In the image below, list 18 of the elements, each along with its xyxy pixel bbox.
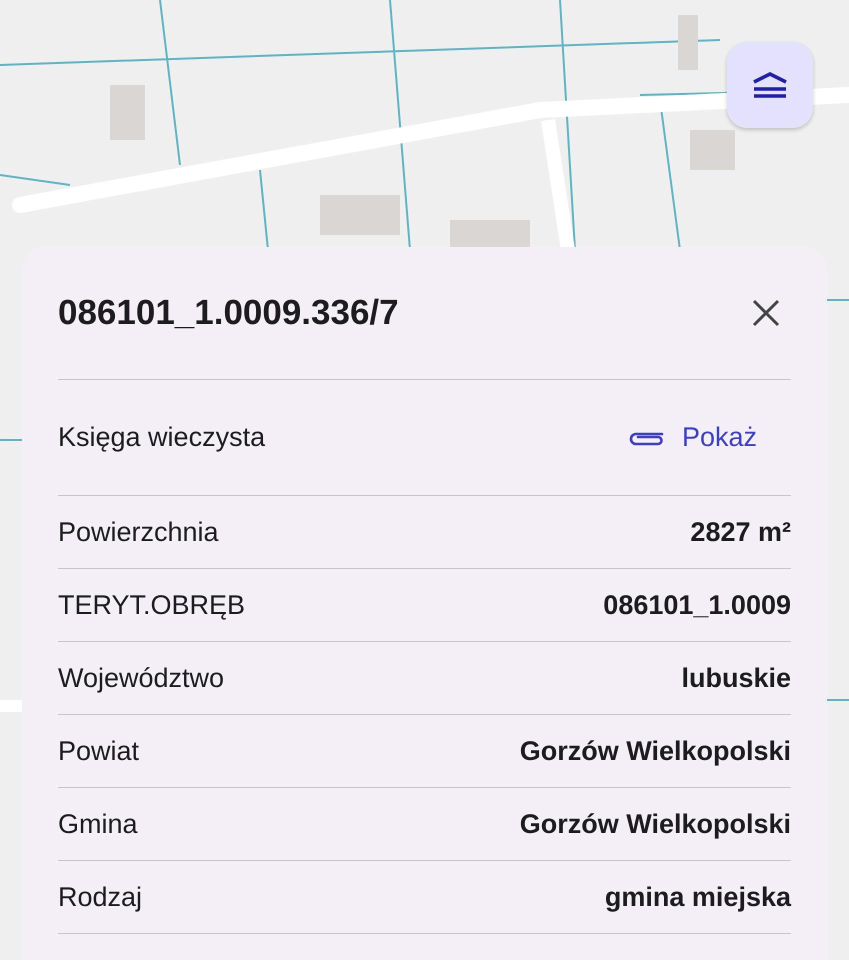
close-button[interactable] <box>751 298 781 328</box>
row-value: gmina miejska <box>604 882 791 912</box>
layers-button[interactable] <box>727 42 813 128</box>
parcel-title: 086101_1.0009.336/7 <box>58 293 399 333</box>
close-icon <box>751 298 781 328</box>
row-label: Powiat <box>58 736 140 766</box>
show-link[interactable]: Pokaż <box>626 422 757 453</box>
row-label: Województwo <box>58 662 224 694</box>
row-value: Gorzów Wielkopolski <box>520 808 791 840</box>
row-label: Księga wieczysta <box>58 422 266 453</box>
row-value: 086101_1.0009 <box>603 590 791 620</box>
row-label: Gmina <box>58 808 138 840</box>
row-label: TERYT.OBRĘB <box>58 590 246 620</box>
row-value: 2827 m² <box>690 516 791 548</box>
row-label: Powierzchnia <box>58 516 219 548</box>
row-label: Rodzaj <box>58 882 142 912</box>
row-value: lubuskie <box>681 662 791 694</box>
row-value: Gorzów Wielkopolski <box>520 736 791 766</box>
